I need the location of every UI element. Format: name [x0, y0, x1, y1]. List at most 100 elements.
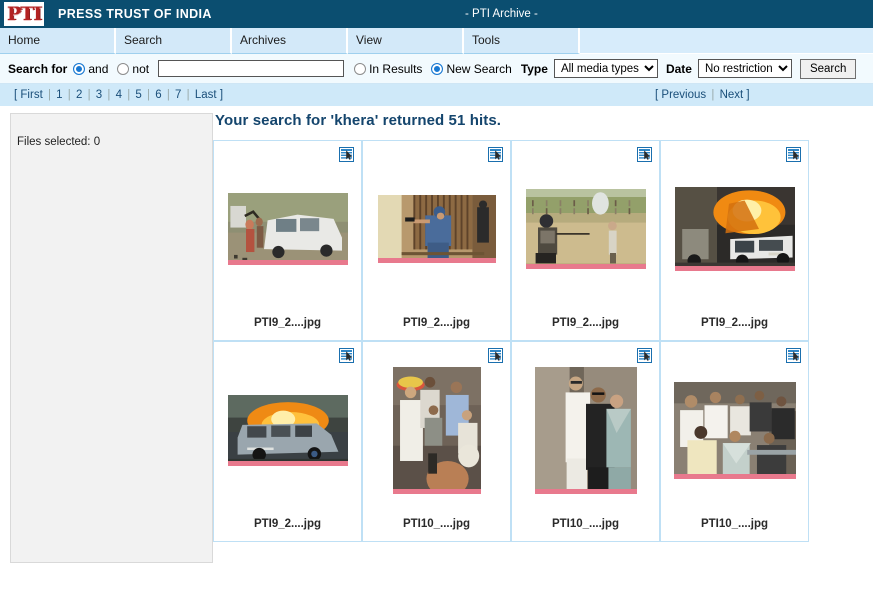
brand-title: PRESS TRUST OF INDIA: [58, 7, 212, 21]
result-filename[interactable]: PTI10_....jpg: [701, 518, 768, 541]
thumbnail-image[interactable]: [525, 189, 646, 269]
details-icon[interactable]: [637, 147, 652, 162]
bracket-close: ]: [219, 89, 224, 101]
thumbnail-area: [512, 141, 659, 317]
details-icon[interactable]: [786, 348, 801, 363]
result-cell[interactable]: PTI9_2....jpg: [660, 140, 809, 341]
result-filename[interactable]: PTI10_....jpg: [403, 518, 470, 541]
search-for-label: Search for: [8, 61, 68, 76]
bracket-open: [: [655, 89, 659, 101]
result-cell[interactable]: PTI10_....jpg: [660, 341, 809, 542]
radio-in-results-label: In Results: [369, 61, 423, 76]
radio-in-results[interactable]: [354, 62, 367, 75]
pager-sep: |: [87, 89, 91, 101]
radio-new-search[interactable]: [431, 62, 444, 75]
nav-tab-search[interactable]: Search: [116, 28, 232, 54]
type-label: Type: [520, 61, 548, 76]
nav-tab-archives[interactable]: Archives: [232, 28, 348, 54]
page-link-last[interactable]: Last: [195, 89, 217, 101]
page-link-1[interactable]: 1: [56, 89, 62, 101]
details-icon[interactable]: [488, 147, 503, 162]
search-input[interactable]: [158, 60, 345, 77]
thumbnail-accent-bar: [673, 473, 796, 479]
result-cell[interactable]: PTI9_2....jpg: [362, 140, 511, 341]
date-select[interactable]: No restriction: [697, 59, 792, 78]
thumbnail-image[interactable]: [674, 187, 795, 271]
results-content: Your search for 'khera' returned 51 hits…: [213, 106, 873, 593]
pagination-pages: [ First | 1 | 2 | 3 | 4 | 5 | 6 | 7 | La…: [0, 89, 223, 101]
archive-title: - PTI Archive -: [465, 8, 538, 20]
files-selected-label: Files selected: 0: [17, 136, 101, 148]
thumbnail-accent-bar: [534, 488, 637, 494]
pager-sep: |: [186, 89, 190, 101]
results-grid: PTI9_2....jpg PTI9_2....jpg PTI9_2....jpg P…: [213, 140, 809, 542]
pager-sep: |: [166, 89, 170, 101]
thumbnail-area: [363, 141, 510, 317]
page-link-3[interactable]: 3: [96, 89, 102, 101]
result-cell[interactable]: PTI9_2....jpg: [213, 140, 362, 341]
thumbnail-image[interactable]: [377, 195, 496, 263]
nav-tab-view[interactable]: View: [348, 28, 464, 54]
page-link-first[interactable]: First: [20, 89, 42, 101]
pager-sep: |: [67, 89, 71, 101]
result-cell[interactable]: PTI10_....jpg: [362, 341, 511, 542]
thumbnail-image[interactable]: [227, 394, 348, 466]
thumbnail-accent-bar: [227, 460, 348, 466]
radio-not-label: not: [132, 61, 150, 76]
radio-and[interactable]: [73, 62, 86, 75]
date-label: Date: [665, 61, 692, 76]
result-filename[interactable]: PTI10_....jpg: [552, 518, 619, 541]
result-filename[interactable]: PTI9_2....jpg: [403, 317, 470, 340]
nav-filler: [580, 28, 873, 53]
page-link-2[interactable]: 2: [76, 89, 82, 101]
result-cell[interactable]: PTI9_2....jpg: [213, 341, 362, 542]
thumbnail-accent-bar: [525, 264, 646, 269]
details-icon[interactable]: [488, 348, 503, 363]
thumbnail-image[interactable]: [673, 381, 796, 479]
thumbnail-image[interactable]: [534, 366, 637, 494]
thumbnail-image[interactable]: [227, 193, 348, 265]
details-icon[interactable]: [786, 147, 801, 162]
result-filename[interactable]: PTI9_2....jpg: [254, 317, 321, 340]
search-button[interactable]: Search: [799, 58, 857, 79]
search-toolbar: Search for and not In Results New Search…: [0, 54, 873, 84]
page-link-6[interactable]: 6: [155, 89, 161, 101]
thumbnail-area: [214, 141, 361, 317]
details-icon[interactable]: [339, 147, 354, 162]
pager-sep: |: [47, 89, 51, 101]
details-icon[interactable]: [637, 348, 652, 363]
page-body: Files selected: 0 Your search for 'khera…: [0, 106, 873, 593]
thumbnail-area: [512, 342, 659, 518]
thumbnail-image[interactable]: [392, 366, 481, 494]
previous-link[interactable]: Previous: [661, 89, 706, 101]
result-filename[interactable]: PTI9_2....jpg: [552, 317, 619, 340]
radio-and-label: and: [88, 61, 109, 76]
next-link[interactable]: Next: [720, 89, 744, 101]
result-filename[interactable]: PTI9_2....jpg: [254, 518, 321, 541]
page-link-7[interactable]: 7: [175, 89, 181, 101]
type-select[interactable]: All media types: [553, 59, 658, 78]
radio-new-search-label: New Search: [446, 61, 512, 76]
pti-logo: PTI: [4, 2, 44, 26]
thumbnail-accent-bar: [377, 258, 496, 263]
pager-sep: |: [127, 89, 131, 101]
thumbnail-area: [363, 342, 510, 518]
nav-tab-home[interactable]: Home: [0, 28, 116, 54]
nav-tab-tools[interactable]: Tools: [464, 28, 580, 54]
thumbnail-area: [661, 342, 808, 518]
page-link-5[interactable]: 5: [135, 89, 141, 101]
page-link-4[interactable]: 4: [116, 89, 122, 101]
main-nav: Home Search Archives View Tools: [0, 28, 873, 54]
result-cell[interactable]: PTI9_2....jpg: [511, 140, 660, 341]
selection-sidebar: Files selected: 0: [10, 113, 213, 563]
result-cell[interactable]: PTI10_....jpg: [511, 341, 660, 542]
result-filename[interactable]: PTI9_2....jpg: [701, 317, 768, 340]
thumbnail-area: [214, 342, 361, 518]
pti-logo-text: PTI: [6, 2, 42, 25]
pager-sep: |: [711, 89, 715, 101]
details-icon[interactable]: [339, 348, 354, 363]
bracket-open: [: [14, 89, 18, 101]
thumbnail-accent-bar: [227, 260, 348, 265]
radio-not[interactable]: [117, 62, 130, 75]
thumbnail-area: [661, 141, 808, 317]
